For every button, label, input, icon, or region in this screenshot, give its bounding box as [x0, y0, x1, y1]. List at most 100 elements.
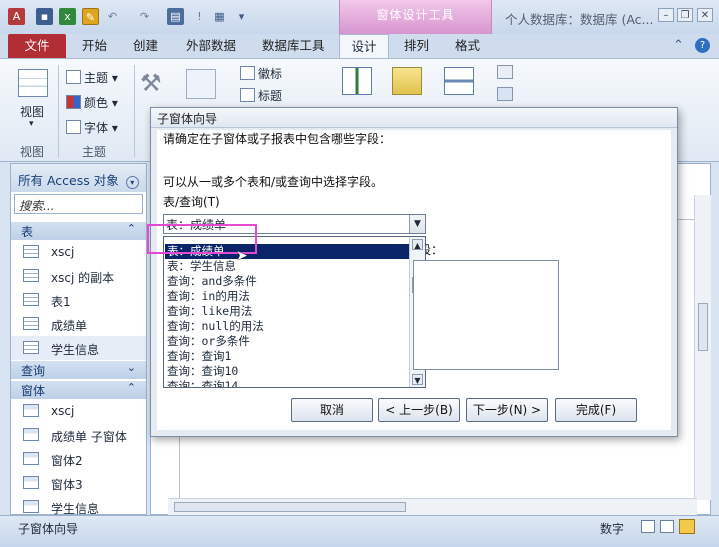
- group-label-view: 视图: [20, 145, 45, 159]
- form-design-tools-header: 窗体设计工具: [339, 0, 492, 34]
- nav-section-forms[interactable]: 窗体 ⌃: [11, 381, 146, 399]
- close-icon[interactable]: ✕: [697, 8, 713, 22]
- subform-icon[interactable]: [497, 65, 513, 79]
- tab-arrange[interactable]: 排列: [404, 34, 429, 58]
- nav-item-table[interactable]: 成绩单: [11, 312, 146, 336]
- redo-icon[interactable]: ↷: [136, 8, 153, 25]
- table-icon: [23, 245, 39, 258]
- nav-item-form[interactable]: 成绩单 子窗体: [11, 423, 146, 447]
- nav-item-form[interactable]: 学生信息: [11, 495, 146, 516]
- add-fields-icon[interactable]: [342, 67, 372, 95]
- tab-home[interactable]: 开始: [82, 34, 107, 58]
- view-icon[interactable]: [18, 69, 48, 97]
- logo-button[interactable]: 徽标: [240, 65, 282, 82]
- nav-item-table[interactable]: xscj 的副本: [11, 264, 146, 288]
- nav-item-table[interactable]: 学生信息: [11, 336, 146, 360]
- nav-section-tables[interactable]: 表 ⌃: [11, 222, 146, 240]
- dialog-title: 子窗体向导: [151, 108, 677, 128]
- tools-icon[interactable]: ⚒: [140, 69, 162, 97]
- design-view-icon[interactable]: [679, 519, 695, 534]
- nav-item-table[interactable]: 表1: [11, 288, 146, 312]
- ribbon-tab-row: 文件 开始 创建 外部数据 数据库工具 设计 排列 格式 ⌃ ?: [0, 34, 719, 59]
- customize-qat-icon[interactable]: ▾: [233, 8, 250, 25]
- list-item[interactable]: 查询：null的用法: [165, 319, 409, 334]
- horizontal-scrollbar[interactable]: [168, 498, 697, 515]
- font-button[interactable]: 字体 ▾: [66, 119, 118, 136]
- finish-button[interactable]: 完成(F): [555, 398, 637, 422]
- chevron-down-icon[interactable]: ⌄: [127, 361, 136, 374]
- list-item[interactable]: 查询：查询14: [165, 379, 409, 387]
- save-icon[interactable]: ▪: [36, 8, 53, 25]
- excel-icon[interactable]: x: [59, 8, 76, 25]
- nav-item-label: xscj: [51, 404, 75, 418]
- search-input[interactable]: 搜索...: [14, 194, 143, 214]
- nav-item-form[interactable]: 窗体3: [11, 471, 146, 495]
- nav-item-table[interactable]: xscj: [11, 240, 146, 264]
- nav-item-label: 成绩单: [51, 319, 88, 333]
- list-item[interactable]: 查询：查询10: [165, 364, 409, 379]
- nav-header-label: 所有 Access 对象: [18, 173, 119, 188]
- theme-button[interactable]: 主题 ▾: [66, 69, 118, 86]
- list-item[interactable]: 查询：or多条件: [165, 334, 409, 349]
- back-button[interactable]: < 上一步(B): [378, 398, 460, 422]
- access-app-icon[interactable]: A: [8, 8, 25, 25]
- logo-label: 徽标: [258, 67, 283, 81]
- ribbon-collapse-icon[interactable]: ⌃: [673, 38, 684, 53]
- table-icon: [23, 269, 39, 282]
- list-item[interactable]: 查询：in的用法: [165, 289, 409, 304]
- scroll-thumb[interactable]: [698, 303, 708, 351]
- list-item[interactable]: 表：学生信息: [165, 259, 409, 274]
- nav-section-label: 窗体: [21, 384, 46, 398]
- list-item[interactable]: 查询：like用法: [165, 304, 409, 319]
- wizard-question: 请确定在子窗体或子报表中包含哪些字段：: [163, 132, 392, 146]
- property-sheet-icon[interactable]: [392, 67, 422, 95]
- nav-section-queries[interactable]: 查询 ⌄: [11, 361, 146, 379]
- print-preview-icon[interactable]: ▤: [167, 8, 184, 25]
- view-button[interactable]: 视图: [20, 103, 44, 120]
- undo-icon[interactable]: ↶: [104, 8, 121, 25]
- layout-view-icon[interactable]: [660, 520, 674, 533]
- nav-item-label: xscj: [51, 245, 75, 259]
- nav-dropdown-icon[interactable]: ▾: [125, 176, 139, 189]
- scroll-up-icon[interactable]: ▲: [412, 239, 423, 250]
- table-query-dropdown-list[interactable]: 表：成绩单 表：学生信息 查询：and多条件 查询：in的用法 查询：like用…: [163, 236, 426, 388]
- tab-file[interactable]: 文件: [8, 34, 66, 58]
- form-view-icon[interactable]: [641, 520, 655, 533]
- list-item[interactable]: 查询：查询1: [165, 349, 409, 364]
- nav-header[interactable]: 所有 Access 对象 ▾: [11, 164, 146, 192]
- chevron-up-icon[interactable]: ⌃: [127, 381, 136, 394]
- tab-order-icon[interactable]: [444, 67, 474, 95]
- restore-icon[interactable]: ❐: [677, 8, 693, 22]
- controls-icon[interactable]: [186, 69, 216, 99]
- view-dropdown-icon[interactable]: ▾: [29, 119, 34, 129]
- tab-format[interactable]: 格式: [455, 34, 480, 58]
- chevron-up-icon[interactable]: ⌃: [127, 222, 136, 235]
- available-fields-list[interactable]: [413, 260, 559, 370]
- nav-item-form[interactable]: xscj: [11, 399, 146, 423]
- help-icon[interactable]: ?: [695, 38, 710, 53]
- color-button[interactable]: 颜色 ▾: [66, 94, 118, 111]
- status-bar: 子窗体向导 数字: [0, 515, 719, 547]
- chevron-down-icon[interactable]: ▼: [409, 215, 425, 233]
- scroll-thumb[interactable]: [174, 502, 406, 512]
- nav-item-form[interactable]: 窗体2: [11, 447, 146, 471]
- group-label-theme: 主题: [82, 145, 107, 159]
- title-label: 标题: [258, 89, 283, 103]
- tab-database-tools[interactable]: 数据库工具: [262, 34, 325, 58]
- design-icon[interactable]: ✎: [82, 8, 99, 25]
- warning-icon[interactable]: !: [191, 8, 208, 25]
- nav-item-label: xscj 的副本: [51, 271, 115, 285]
- grid-icon[interactable]: ▦: [211, 8, 228, 25]
- scroll-down-icon[interactable]: ▼: [412, 374, 423, 385]
- tab-create[interactable]: 创建: [133, 34, 158, 58]
- tab-design[interactable]: 设计: [339, 34, 389, 59]
- cancel-button[interactable]: 取消: [291, 398, 373, 422]
- vertical-scrollbar[interactable]: [694, 195, 711, 500]
- minimize-icon[interactable]: –: [658, 8, 674, 22]
- title-button[interactable]: 标题: [240, 87, 282, 104]
- convert-macros-icon[interactable]: [497, 87, 513, 101]
- nav-item-label: 窗体3: [51, 478, 83, 492]
- list-item[interactable]: 查询：and多条件: [165, 274, 409, 289]
- tab-external-data[interactable]: 外部数据: [186, 34, 236, 58]
- next-button[interactable]: 下一步(N) >: [466, 398, 548, 422]
